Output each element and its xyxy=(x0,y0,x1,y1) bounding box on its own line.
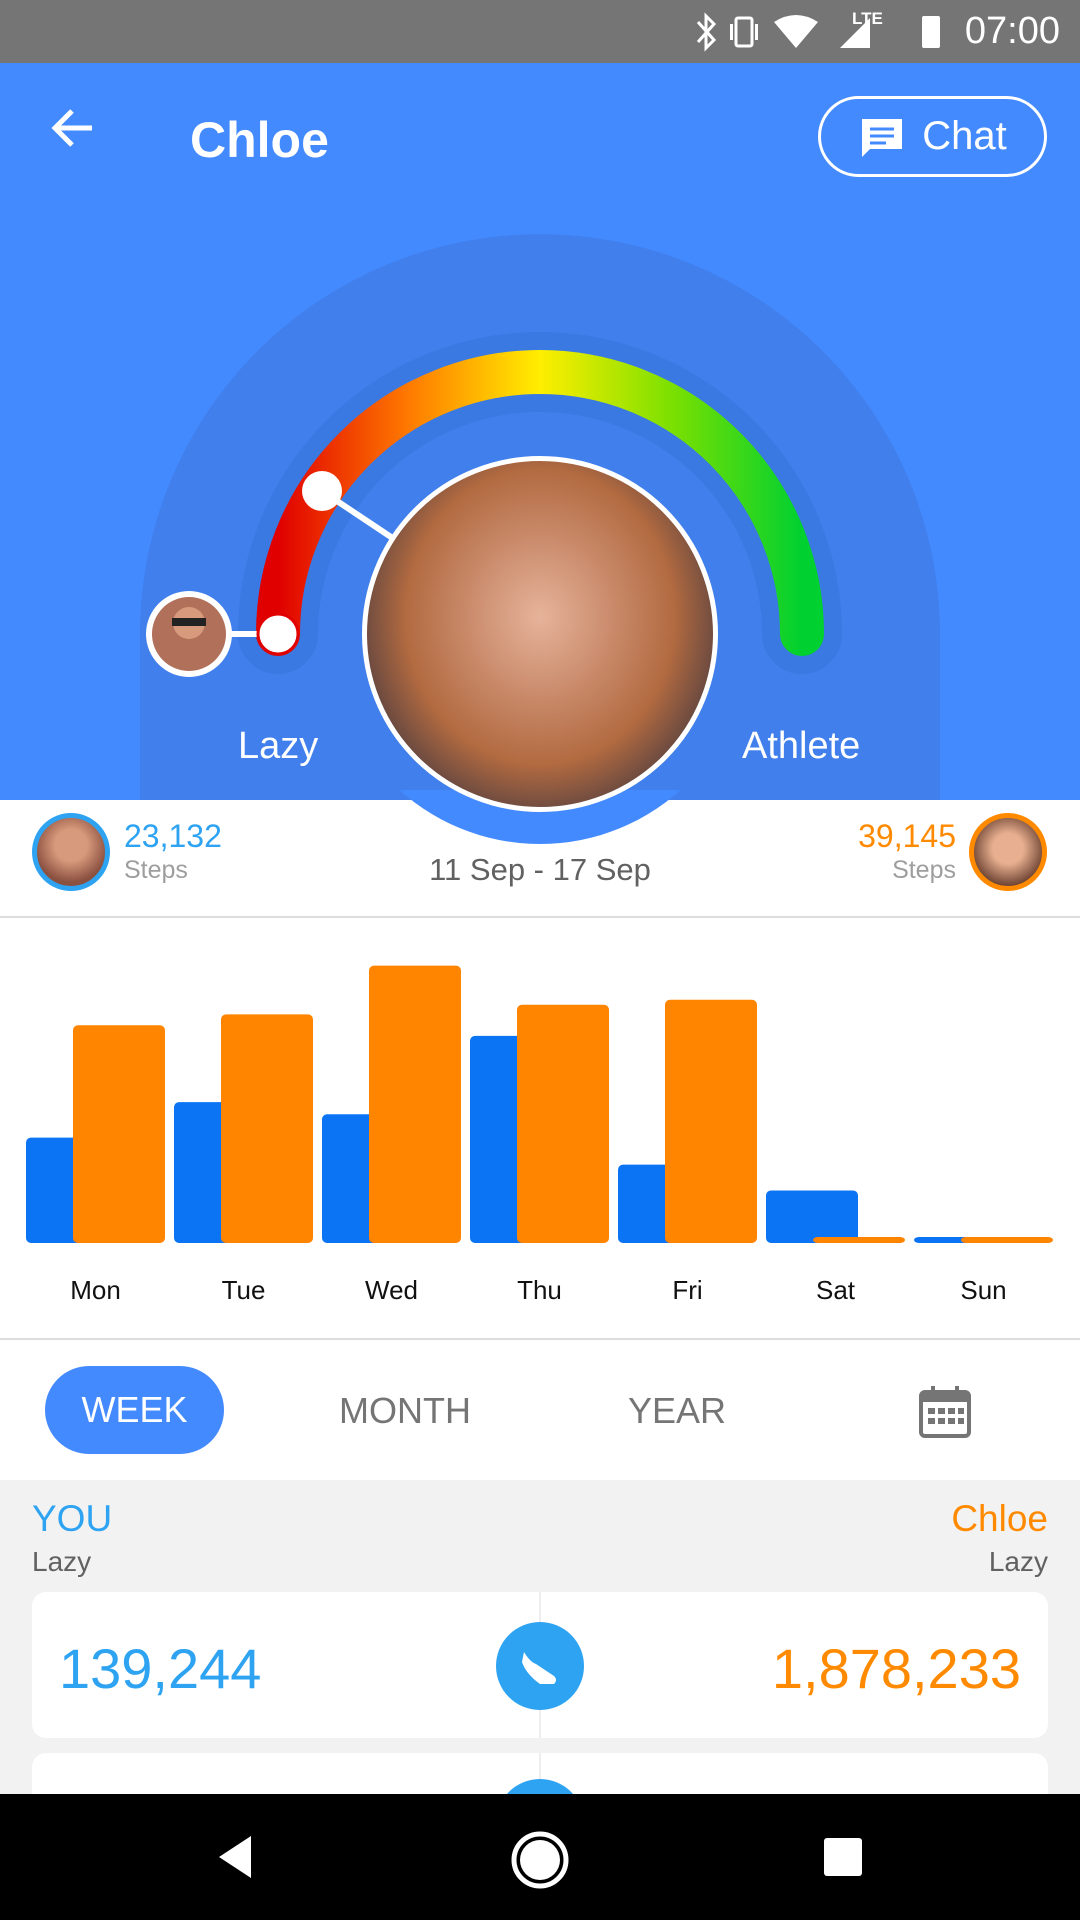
network-label: LTE xyxy=(852,9,883,28)
friend-avatar xyxy=(969,813,1047,891)
back-nav-button[interactable] xyxy=(215,1834,255,1880)
clock: 07:00 xyxy=(964,10,1060,52)
you-gauge-avatar xyxy=(146,591,232,677)
friend-profile-photo xyxy=(362,456,718,812)
x-tick-label: Wed xyxy=(365,1275,418,1305)
you-marker-dot xyxy=(256,612,300,656)
friend-bar-sat xyxy=(813,1237,905,1243)
friend-bar-wed xyxy=(369,965,461,1243)
friend-steps: 39,145 xyxy=(858,818,956,854)
home-nav-button[interactable] xyxy=(510,1830,570,1890)
x-tick-label: Tue xyxy=(222,1275,266,1305)
steps-bar-chart: Mon Tue Wed Thu Fri Sat Sun xyxy=(26,965,1053,1305)
you-level: Lazy xyxy=(32,1546,92,1577)
x-tick-label: Sun xyxy=(960,1275,1006,1305)
you-bar-sat xyxy=(766,1190,858,1243)
tab-year[interactable]: YEAR xyxy=(628,1390,726,1432)
status-bar: LTE 07:00 xyxy=(0,0,1080,63)
tab-month[interactable]: MONTH xyxy=(339,1390,471,1432)
friend-bar-tue xyxy=(221,1014,313,1243)
friend-bar-fri xyxy=(665,999,757,1243)
recents-nav-button[interactable] xyxy=(822,1836,864,1878)
you-steps: 23,132 xyxy=(124,818,222,854)
friend-bar-thu xyxy=(517,1004,609,1243)
x-tick-label: Mon xyxy=(70,1275,121,1305)
steps-total-card: 139,244 1,878,233 xyxy=(32,1592,1048,1738)
friend-total: 1,878,233 xyxy=(771,1637,1021,1700)
period-tabs: WEEK MONTH YEAR xyxy=(0,1338,1080,1480)
bluetooth-icon xyxy=(696,12,717,52)
comparison-section: YOU Lazy Chloe Lazy 139,244 1,878,233 xyxy=(0,1480,1080,1813)
gauge-min-label: Lazy xyxy=(238,725,319,767)
friend-marker-dot xyxy=(302,471,342,511)
vibrate-icon xyxy=(730,16,758,48)
gauge-max-label: Athlete xyxy=(742,725,861,767)
x-tick-label: Fri xyxy=(672,1275,702,1305)
friend-bar-mon xyxy=(73,1025,165,1243)
calendar-icon[interactable] xyxy=(918,1384,972,1438)
tab-week[interactable]: WEEK xyxy=(45,1366,224,1454)
battery-icon xyxy=(922,16,940,48)
friend-steps-label: Steps xyxy=(892,856,956,884)
x-tick-label: Thu xyxy=(517,1275,562,1305)
x-tick-label: Sat xyxy=(816,1275,856,1305)
shoe-icon xyxy=(496,1622,584,1710)
wifi-icon xyxy=(774,15,818,48)
status-icons xyxy=(696,12,940,52)
you-total: 139,244 xyxy=(59,1637,262,1700)
navigation-bar xyxy=(0,1794,1080,1920)
friend-name: Chloe xyxy=(951,1498,1048,1539)
friend-level: Lazy xyxy=(988,1546,1048,1577)
you-name: YOU xyxy=(32,1498,113,1539)
friend-bar-sun xyxy=(961,1237,1053,1243)
